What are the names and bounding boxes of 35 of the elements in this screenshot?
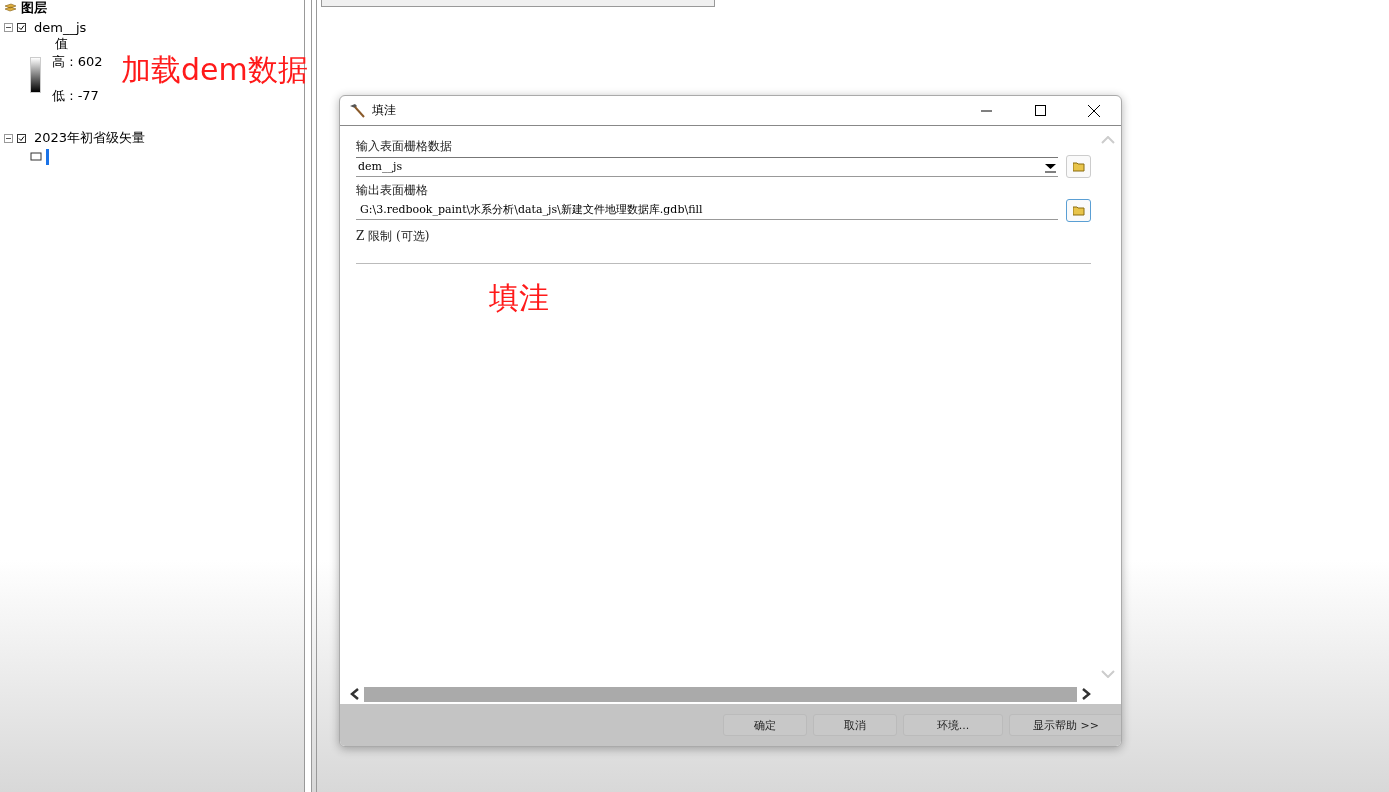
field-label: 输出表面栅格 (356, 182, 429, 199)
close-icon (1088, 104, 1100, 117)
collapse-icon[interactable] (4, 133, 13, 143)
field-label: 输入表面栅格数据 (356, 138, 453, 155)
dialog-button[interactable]: 取消 (813, 714, 897, 736)
toc-title: 图层 (21, 0, 47, 17)
scroll-right-icon[interactable] (1081, 688, 1091, 700)
layer-checkbox[interactable] (17, 133, 26, 143)
section-label: Z 限制 (可选) (356, 228, 431, 245)
legend-low: 低 : -77 (52, 87, 100, 105)
dialog-title: 填洼 (372, 102, 397, 119)
grayscale-ramp (30, 57, 41, 93)
layer-name: 2023年初省级矢量 (34, 129, 146, 147)
input-field[interactable]: G:\3.redbook_paint\水系分析\data_js\新建文件地理数据库.gdb\fill (356, 201, 1058, 220)
layers-icon (4, 3, 17, 13)
legend-high: 高 : 602 (52, 53, 103, 71)
legend-heading: 值 (55, 35, 69, 53)
browse-button[interactable] (1066, 155, 1091, 178)
folder-icon (1072, 205, 1085, 216)
browse-button[interactable] (1066, 199, 1091, 222)
collapse-icon[interactable] (4, 23, 13, 32)
layer-checkbox[interactable] (17, 23, 26, 32)
dialog-button[interactable]: 显示帮助 >> (1009, 714, 1121, 736)
annotation-text: 填洼 (489, 279, 549, 317)
folder-icon (1072, 161, 1085, 172)
annotation-text: 加载dem数据 (121, 51, 308, 89)
input-field[interactable]: dem__js (356, 156, 1058, 177)
polygon-symbol-icon (30, 149, 52, 165)
maximize-icon (1034, 105, 1046, 116)
scroll-left-icon[interactable] (350, 688, 360, 700)
horizontal-scrollbar[interactable] (364, 686, 1077, 702)
layer-name: dem__js (34, 20, 87, 35)
dialog-button[interactable]: 环境... (903, 714, 1003, 736)
dialog-button[interactable]: 确定 (723, 714, 807, 736)
hammer-icon (348, 102, 366, 119)
